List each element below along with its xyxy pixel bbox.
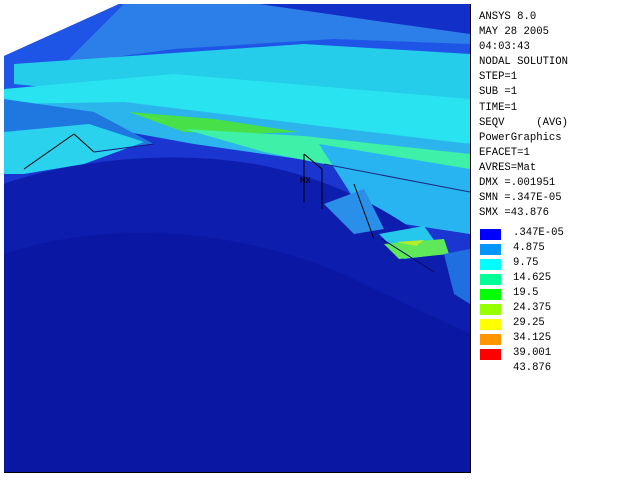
legend-entry: 29.25 — [479, 316, 629, 331]
contour-plot-viewport: MX — [4, 4, 471, 473]
info-line: SMN =.347E-05 — [479, 192, 562, 205]
info-line: EFACET=1 — [479, 146, 530, 159]
legend-entry: 14.625 — [479, 271, 629, 286]
legend-value: 43.876 — [513, 362, 552, 374]
contour-legend: .347E-05 4.875 9.75 14.625 19.5 24.375 29.25 34… — [479, 226, 629, 376]
legend-entry: 34.125 — [479, 331, 629, 346]
legend-entry: 39.001 — [479, 346, 629, 361]
legend-entry: 43.876 — [479, 361, 629, 376]
info-line: SMX =43.876 — [479, 207, 549, 220]
legend-value: 34.125 — [513, 332, 552, 344]
info-line: TIME=1 — [479, 101, 518, 114]
info-line: NODAL SOLUTION — [479, 56, 569, 69]
legend-swatch — [480, 319, 501, 330]
info-line: SEQV (AVG) — [479, 116, 569, 129]
legend-swatch — [480, 334, 501, 345]
info-line: AVRES=Mat — [479, 161, 537, 174]
info-line: 04:03:43 — [479, 41, 530, 54]
legend-value: 24.375 — [513, 302, 552, 314]
legend-entry: .347E-05 — [479, 226, 629, 241]
legend-value: 29.25 — [513, 317, 545, 329]
legend-value: .347E-05 — [513, 227, 564, 239]
solution-info-panel: ANSYS 8.0 MAY 28 2005 04:03:43 NODAL SOLUTI… — [479, 10, 629, 221]
legend-swatch — [480, 349, 501, 360]
legend-value: 39.001 — [513, 347, 552, 359]
legend-value: 14.625 — [513, 272, 552, 284]
legend-entry: 19.5 — [479, 286, 629, 301]
legend-swatch — [480, 289, 501, 300]
legend-swatch — [480, 259, 501, 270]
legend-swatch — [480, 229, 501, 240]
legend-value: 19.5 — [513, 287, 539, 299]
info-line: PowerGraphics — [479, 131, 562, 144]
info-line: STEP=1 — [479, 71, 518, 84]
legend-entry: 9.75 — [479, 256, 629, 271]
legend-swatch — [480, 304, 501, 315]
legend-value: 9.75 — [513, 257, 539, 269]
stress-contour-plot — [4, 4, 470, 472]
info-line: DMX =.001951 — [479, 177, 556, 190]
legend-swatch — [480, 274, 501, 285]
legend-swatch — [480, 244, 501, 255]
legend-entry: 24.375 — [479, 301, 629, 316]
max-stress-marker: MX — [300, 176, 311, 186]
legend-entry: 4.875 — [479, 241, 629, 256]
info-line: MAY 28 2005 — [479, 26, 549, 39]
legend-value: 4.875 — [513, 242, 545, 254]
info-line: SUB =1 — [479, 86, 518, 99]
info-line: ANSYS 8.0 — [479, 11, 537, 23]
